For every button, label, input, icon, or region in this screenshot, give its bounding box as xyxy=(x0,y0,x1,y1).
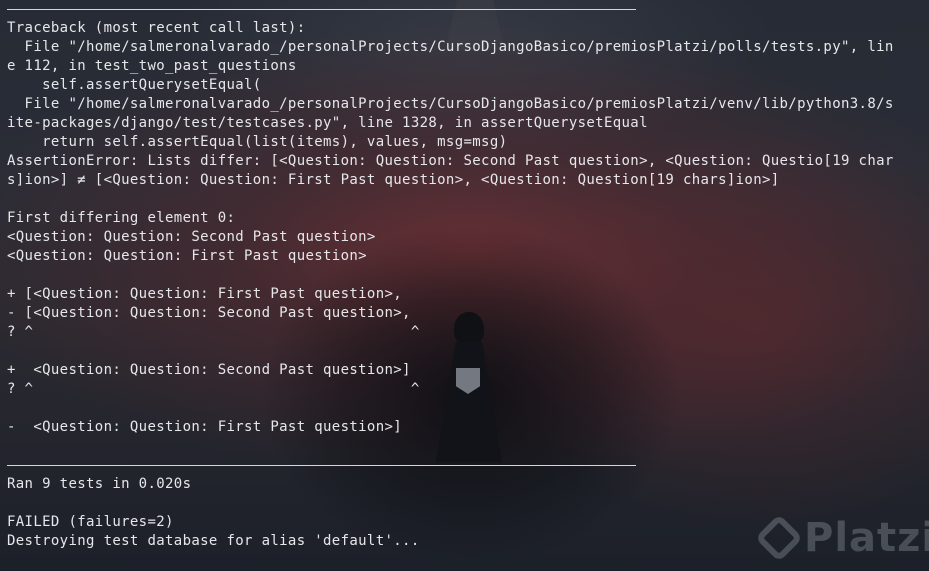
terminal-line: ite-packages/django/test/testcases.py", … xyxy=(7,115,648,131)
terminal-line: + <Question: Question: Second Past quest… xyxy=(7,362,411,378)
terminal-line: ? ^ ^ xyxy=(7,324,420,340)
watermark-text: Platzi xyxy=(804,515,929,561)
terminal-line: AssertionError: Lists differ: [<Question… xyxy=(7,153,894,169)
terminal-line: First differing element 0: xyxy=(7,210,236,226)
terminal-line: Traceback (most recent call last): xyxy=(7,20,306,36)
terminal-line: <Question: Question: First Past question… xyxy=(7,248,367,264)
terminal-line: File "/home/salmeronalvarado_/personalPr… xyxy=(7,39,894,55)
terminal-line: <Question: Question: Second Past questio… xyxy=(7,229,376,245)
terminal-line: return self.assertEqual(list(items), val… xyxy=(7,134,508,150)
separator-top xyxy=(7,9,636,10)
separator-bottom xyxy=(7,465,636,466)
background-figure xyxy=(430,312,510,462)
terminal-line: - <Question: Question: First Past questi… xyxy=(7,419,403,435)
terminal-line: s]ion>] ≠ [<Question: Question: First Pa… xyxy=(7,172,780,188)
terminal-line: Ran 9 tests in 0.020s xyxy=(7,476,192,492)
platzi-watermark: Platzi xyxy=(754,510,929,566)
terminal-line: - [<Question: Question: Second Past ques… xyxy=(7,305,411,321)
terminal-line: FAILED (failures=2) xyxy=(7,514,174,530)
platzi-logo-icon xyxy=(754,513,804,563)
terminal-line: ? ^ ^ xyxy=(7,381,420,397)
terminal-line: File "/home/salmeronalvarado_/personalPr… xyxy=(7,96,894,112)
terminal-line: Destroying test database for alias 'defa… xyxy=(7,533,420,549)
terminal-line: self.assertQuerysetEqual( xyxy=(7,77,262,93)
terminal-line: e 112, in test_two_past_questions xyxy=(7,58,297,74)
terminal-line: + [<Question: Question: First Past quest… xyxy=(7,286,403,302)
